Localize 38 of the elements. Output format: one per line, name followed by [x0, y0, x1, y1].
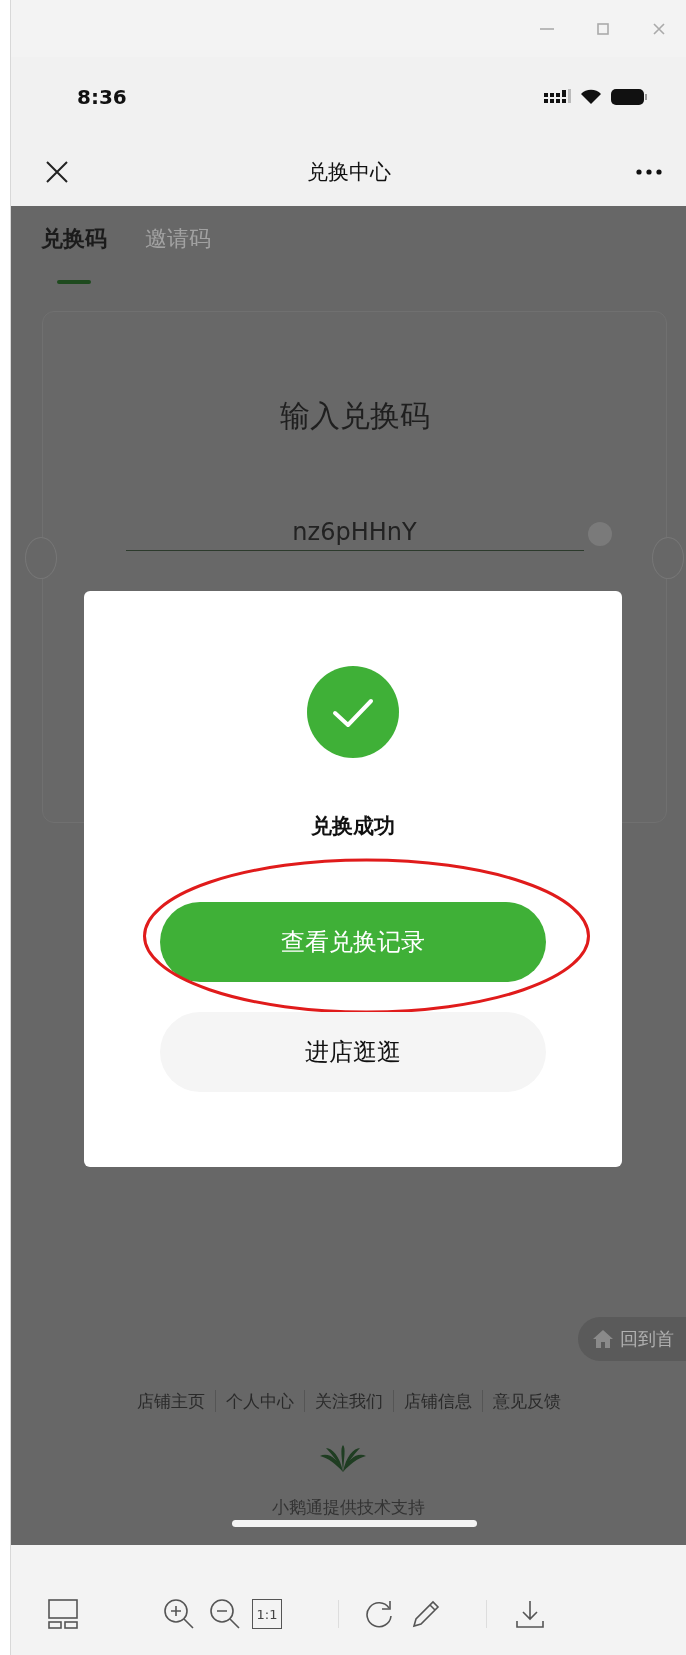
code-input-field[interactable]: nz6pHHnY	[125, 518, 584, 551]
maximize-icon	[597, 22, 609, 35]
footer-link[interactable]: 店铺信息	[392, 1390, 482, 1412]
close-icon	[653, 22, 665, 35]
more-icon	[636, 168, 662, 175]
success-check-icon	[307, 666, 399, 758]
view-records-button[interactable]: 查看兑换记录	[160, 902, 546, 982]
thumbnails-icon	[48, 1599, 78, 1629]
leaf-logo-icon	[318, 1444, 368, 1474]
house-icon	[592, 1329, 614, 1349]
footer-link[interactable]: 店铺主页	[126, 1390, 215, 1412]
tab[interactable]: 兑换码	[41, 224, 107, 284]
success-message: 兑换成功	[311, 813, 395, 840]
zoom-out-icon	[209, 1598, 241, 1630]
minimize-icon	[540, 27, 554, 30]
tab[interactable]: 邀请码	[145, 224, 211, 284]
status-time: 8:36	[77, 85, 127, 109]
download-icon	[515, 1599, 545, 1629]
zoom-in-icon	[163, 1598, 195, 1630]
home-button[interactable]: 回到首	[578, 1317, 686, 1361]
thumbnails-button[interactable]	[46, 1597, 80, 1631]
zoom-out-button[interactable]	[208, 1597, 242, 1631]
visit-store-button[interactable]: 进店逛逛	[160, 1012, 546, 1092]
more-button[interactable]	[636, 168, 662, 175]
close-icon	[45, 159, 69, 184]
card-title: 输入兑换码	[279, 398, 430, 434]
wifi-icon	[580, 89, 602, 105]
rotate-icon	[364, 1599, 394, 1629]
actual-size-button[interactable]: 1:1	[250, 1597, 284, 1631]
footer-link[interactable]: 意见反馈	[481, 1390, 571, 1412]
footer-link[interactable]: 个人中心	[214, 1390, 304, 1412]
zoom-in-button[interactable]	[162, 1597, 196, 1631]
battery-icon	[610, 88, 648, 106]
page-title: 兑换中心	[306, 159, 391, 184]
pencil-icon	[411, 1599, 441, 1629]
footer-link[interactable]: 关注我们	[303, 1390, 393, 1412]
signal-icon	[544, 89, 572, 105]
close-button[interactable]	[45, 159, 69, 184]
